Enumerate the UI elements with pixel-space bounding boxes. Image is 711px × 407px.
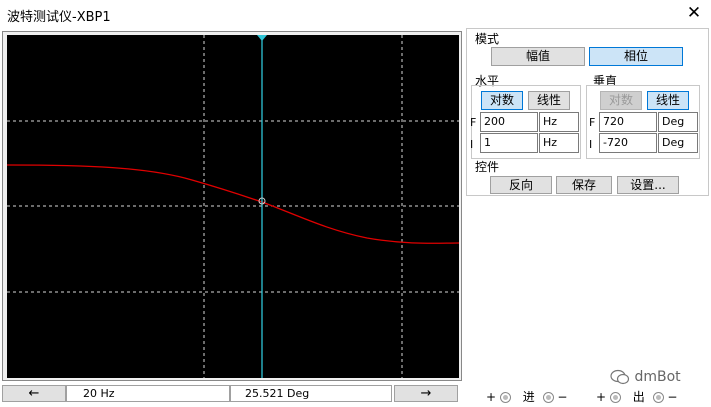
horizontal-initial-unit[interactable]: Hz — [539, 133, 579, 153]
out-minus-terminal[interactable] — [652, 392, 664, 403]
output-terminals: + 出 − — [596, 388, 677, 405]
vertical-f-label: F — [589, 116, 596, 129]
horizontal-log-button[interactable]: 对数 — [481, 91, 523, 110]
vertical-linear-button[interactable]: 线性 — [647, 91, 689, 110]
out-minus-label: − — [667, 390, 678, 404]
reverse-button[interactable]: 反向 — [490, 176, 552, 194]
vertical-final-unit[interactable]: Deg — [658, 112, 698, 132]
cursor-left-button[interactable]: ← — [2, 385, 66, 402]
out-plus-terminal[interactable] — [609, 392, 621, 403]
in-plus-terminal[interactable] — [499, 392, 511, 403]
phase-readout: 25.521 Deg — [230, 385, 392, 402]
settings-button[interactable]: 设置... — [617, 176, 679, 194]
in-plus-label: + — [486, 390, 497, 404]
vertical-initial-input[interactable]: -720 — [599, 133, 657, 153]
controls-label: 控件 — [475, 160, 500, 174]
vertical-final-input[interactable]: 720 — [599, 112, 657, 132]
control-panel: 模式 幅值 相位 水平 对数 线性 F 200 Hz I 1 Hz 垂直 对数 … — [466, 28, 709, 196]
readout-bar: ← 20 Hz 25.521 Deg → — [2, 385, 462, 403]
save-button[interactable]: 保存 — [556, 176, 612, 194]
magnitude-button[interactable]: 幅值 — [491, 47, 585, 66]
horizontal-final-input[interactable]: 200 — [480, 112, 538, 132]
cursor-handle-icon[interactable] — [257, 35, 267, 41]
vertical-log-button[interactable]: 对数 — [600, 91, 642, 110]
in-label: 进 — [522, 390, 535, 404]
horizontal-final-unit[interactable]: Hz — [539, 112, 579, 132]
input-terminals: + 进 − — [486, 388, 567, 405]
frequency-readout: 20 Hz — [66, 385, 230, 402]
bode-plot-svg — [7, 35, 459, 378]
horizontal-linear-button[interactable]: 线性 — [528, 91, 570, 110]
cursor-right-button[interactable]: → — [394, 385, 458, 402]
watermark: dmBot — [610, 369, 681, 385]
phase-button[interactable]: 相位 — [589, 47, 683, 66]
close-icon[interactable]: ✕ — [684, 3, 704, 23]
in-minus-terminal[interactable] — [542, 392, 554, 403]
grid-lines — [7, 35, 459, 378]
vertical-initial-unit[interactable]: Deg — [658, 133, 698, 153]
in-minus-label: − — [557, 390, 568, 404]
watermark-text: dmBot — [634, 369, 681, 385]
out-plus-label: + — [596, 390, 607, 404]
bode-plot-screen[interactable] — [7, 35, 459, 378]
wechat-icon — [610, 369, 630, 385]
out-label: 出 — [632, 390, 645, 404]
window-title: 波特测试仪-XBP1 — [7, 10, 111, 25]
horizontal-initial-input[interactable]: 1 — [480, 133, 538, 153]
phase-trace — [7, 164, 459, 244]
title-bar: 波特测试仪-XBP1 ✕ — [0, 0, 711, 28]
vertical-i-label: I — [589, 138, 593, 151]
horizontal-i-label: I — [470, 138, 474, 151]
horizontal-f-label: F — [470, 116, 477, 129]
mode-label: 模式 — [475, 32, 500, 46]
